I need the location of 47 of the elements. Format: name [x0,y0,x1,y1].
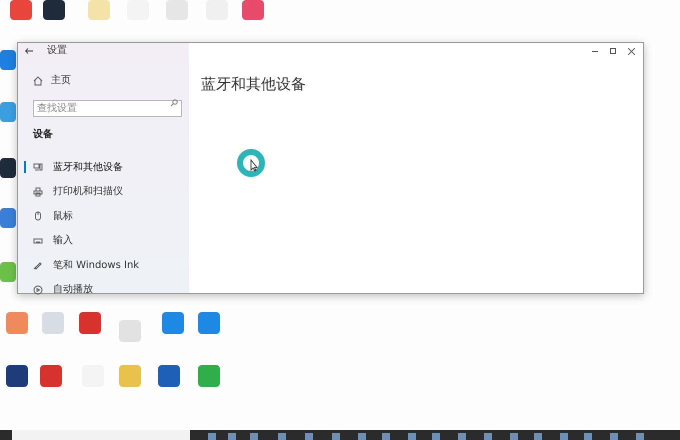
taskbar-app-icon[interactable] [458,433,466,440]
taskbar-app-icon[interactable] [208,433,216,440]
taskbar-app-icon[interactable] [484,433,492,440]
taskbar-app-icon[interactable] [636,433,644,440]
maximize-icon[interactable] [610,48,616,54]
taskbar-search-field[interactable] [12,430,190,440]
home-icon [33,76,43,86]
printer-icon [33,186,43,197]
sidebar-item[interactable]: 打印机和扫描仪 [33,180,182,204]
taskbar-app-icon[interactable] [610,433,618,440]
home-link[interactable]: 主页 [33,73,182,88]
keyboard-icon [33,236,43,246]
taskbar-app-icon[interactable] [228,433,236,440]
window-title: 设置 [47,44,67,58]
sidebar-item[interactable]: 输入 [33,228,182,253]
minimize-icon[interactable] [592,50,598,52]
taskbar-app-icon[interactable] [305,433,313,440]
taskbar-app-icon[interactable] [250,433,258,440]
mouse-icon [33,211,43,222]
taskbar-app-icon[interactable] [278,433,286,440]
desktop-app-icon[interactable] [0,158,16,178]
taskbar-app-icon[interactable] [382,433,390,440]
back-arrow-icon[interactable] [25,48,33,54]
devices-icon [33,162,43,172]
section-heading: 设备 [33,128,54,142]
taskbar-app-icon[interactable] [534,433,542,440]
sidebar-item[interactable]: 自动播放 [33,278,182,302]
taskbar-app-icon[interactable] [432,433,440,440]
search-icon [170,99,178,107]
taskbar-app-icon[interactable] [510,433,518,440]
taskbar-app-icon[interactable] [332,433,340,440]
cursor-click-icon [237,149,265,177]
sidebar-item[interactable]: 笔和 Windows Ink [33,253,182,278]
sidebar-item[interactable]: 蓝牙和其他设备 [33,155,182,180]
taskbar-app-icon[interactable] [408,433,416,440]
taskbar-app-icon[interactable] [560,433,568,440]
selection-indicator [24,161,26,173]
taskbar-app-icon[interactable] [358,433,366,440]
autoplay-icon [33,284,43,295]
pen-icon [33,260,43,270]
sidebar-item[interactable]: 鼠标 [33,204,182,228]
desktop-app-icon[interactable] [6,365,28,387]
search-field[interactable]: 查找设置 [33,100,182,117]
page-heading: 蓝牙和其他设备 [201,74,306,95]
taskbar-app-icon[interactable] [584,433,592,440]
close-icon[interactable] [628,48,635,54]
desktop-app-icon[interactable] [43,0,65,20]
